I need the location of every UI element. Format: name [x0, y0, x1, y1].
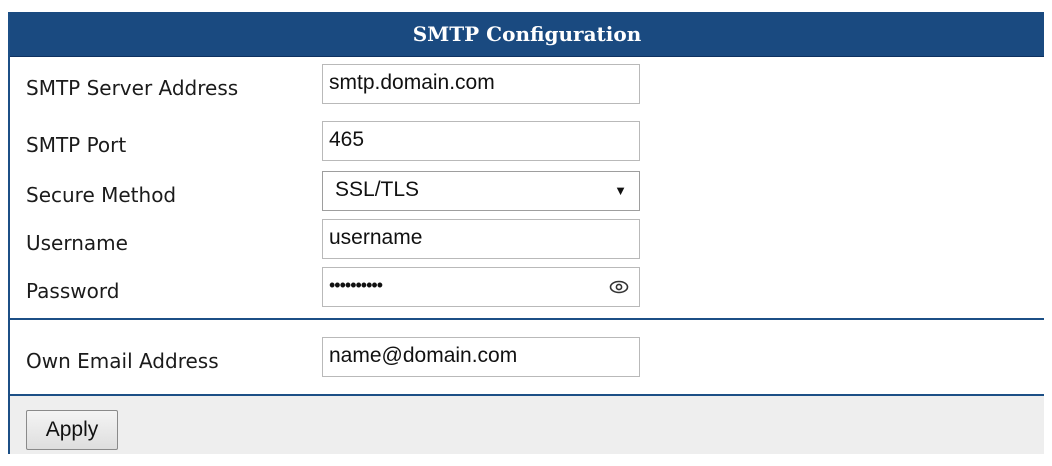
action-bar: Apply: [10, 396, 1044, 454]
section-divider: [10, 318, 1044, 320]
secure-method-row: Secure Method SSL/TLS ▼: [10, 171, 1044, 215]
own-email-row: Own Email Address name@domain.com: [10, 337, 1044, 381]
own-email-label: Own Email Address: [26, 349, 219, 373]
smtp-server-label: SMTP Server Address: [26, 76, 239, 100]
password-input[interactable]: ••••••••••: [322, 267, 640, 307]
smtp-port-label: SMTP Port: [26, 133, 127, 157]
panel-title: SMTP Configuration: [10, 12, 1044, 57]
secure-method-value: SSL/TLS: [335, 178, 420, 201]
eye-icon[interactable]: [609, 278, 629, 296]
smtp-configuration-panel: SMTP Configuration SMTP Server Address s…: [8, 12, 1044, 454]
smtp-server-input[interactable]: smtp.domain.com: [322, 64, 640, 104]
smtp-port-input[interactable]: 465: [322, 121, 640, 161]
password-row: Password ••••••••••: [10, 267, 1044, 311]
password-label: Password: [26, 279, 120, 303]
secure-method-select[interactable]: SSL/TLS ▼: [322, 171, 640, 211]
password-masked-value: ••••••••••: [329, 275, 383, 295]
smtp-port-row: SMTP Port 465: [10, 121, 1044, 165]
own-email-input[interactable]: name@domain.com: [322, 337, 640, 377]
username-row: Username username: [10, 219, 1044, 263]
username-input[interactable]: username: [322, 219, 640, 259]
secure-method-label: Secure Method: [26, 183, 177, 207]
dropdown-arrow-icon: ▼: [614, 183, 627, 198]
apply-button[interactable]: Apply: [26, 410, 118, 450]
smtp-server-row: SMTP Server Address smtp.domain.com: [10, 64, 1044, 108]
username-label: Username: [26, 231, 128, 255]
